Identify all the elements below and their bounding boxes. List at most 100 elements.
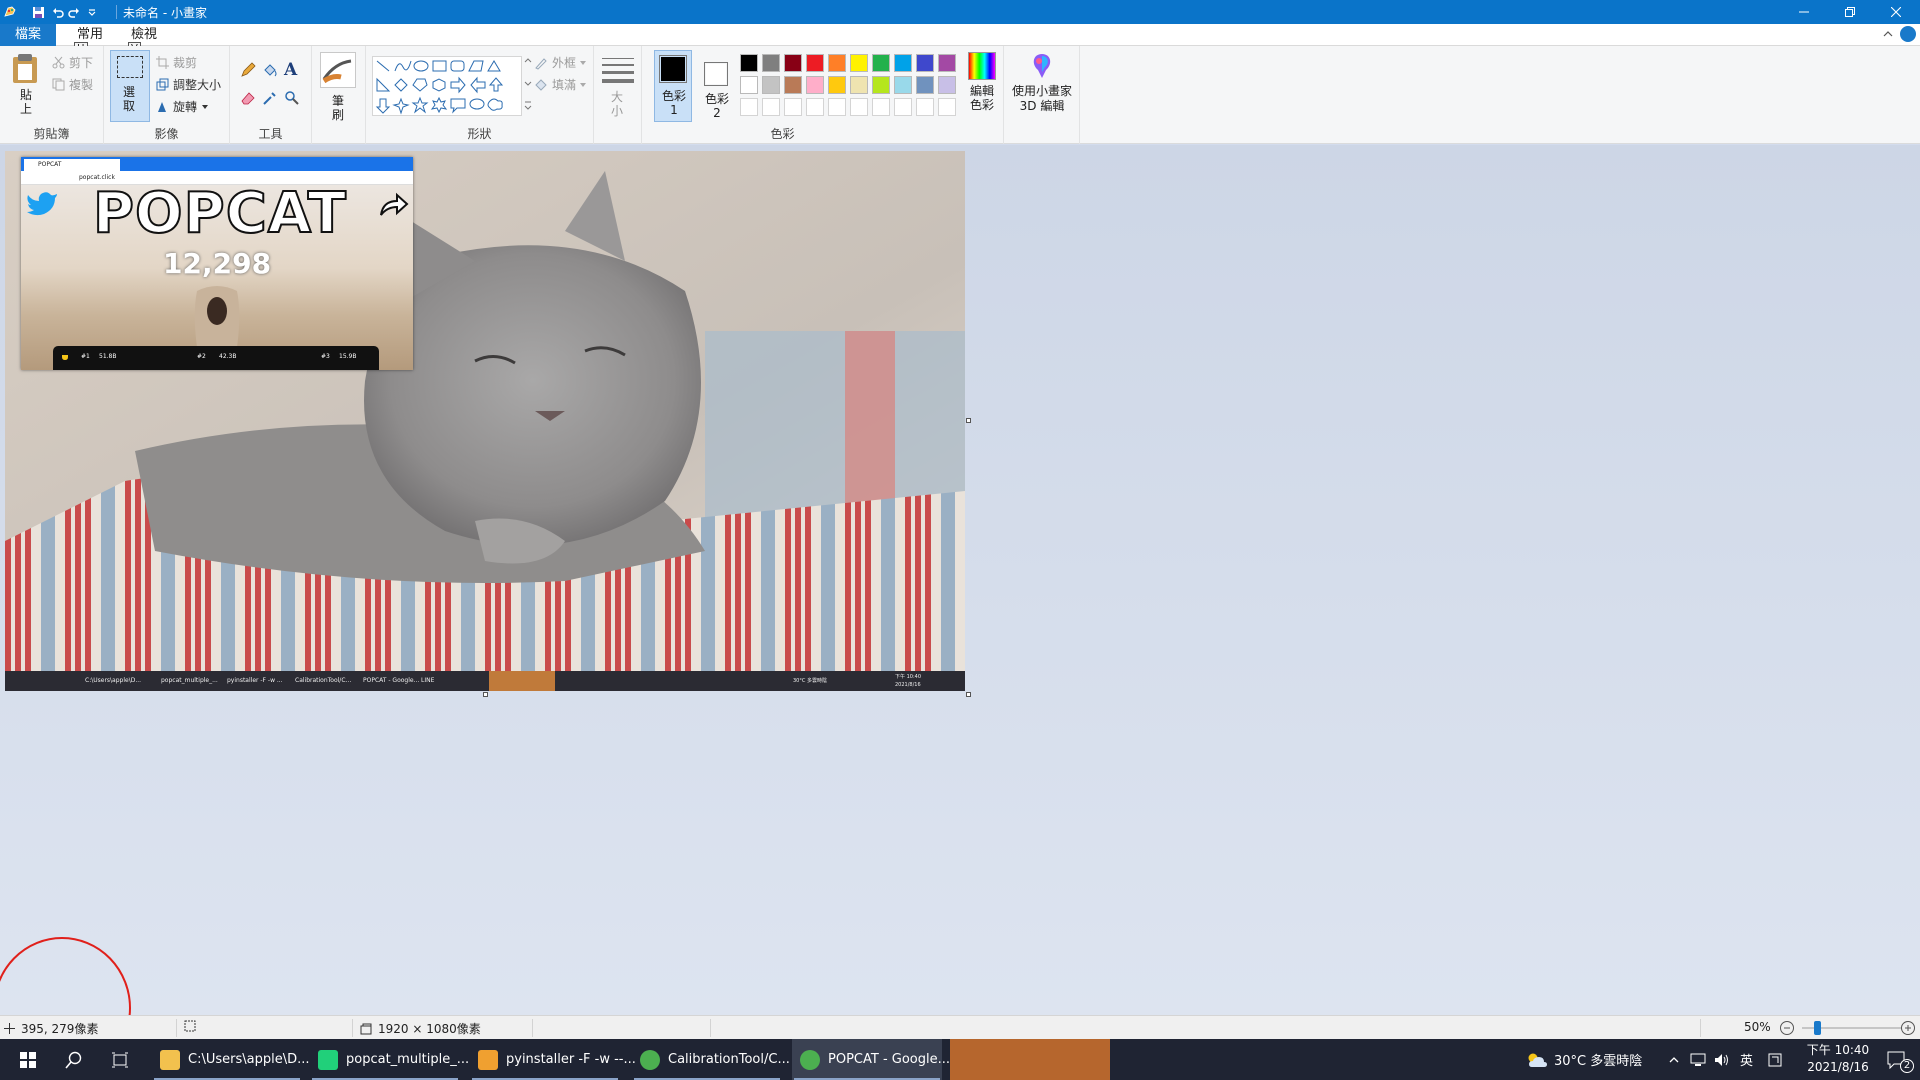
- copy-button[interactable]: 複製: [52, 76, 93, 93]
- clock-time: 下午 10:40: [1806, 1043, 1870, 1057]
- custom-color-slot[interactable]: [916, 98, 934, 116]
- brushes-label: 筆刷: [332, 94, 345, 122]
- palette-color-swatch[interactable]: [784, 54, 802, 72]
- custom-color-slot[interactable]: [806, 98, 824, 116]
- shapes-scroll[interactable]: [524, 56, 532, 116]
- crop-button[interactable]: 裁剪: [156, 54, 197, 71]
- color1-button[interactable]: 色彩 1: [654, 50, 692, 122]
- zoom-slider[interactable]: [1802, 1021, 1902, 1035]
- brushes-group[interactable]: 筆刷: [312, 46, 366, 144]
- outline-label: 外框: [552, 56, 577, 70]
- custom-color-slot[interactable]: [740, 98, 758, 116]
- palette-color-swatch[interactable]: [872, 54, 890, 72]
- resize-button[interactable]: 調整大小: [156, 76, 221, 93]
- edit-colors-button[interactable]: 編輯色彩: [962, 52, 1002, 112]
- taskbar-sublime-app[interactable]: pyinstaller -F -w --...: [470, 1039, 636, 1080]
- palette-color-swatch[interactable]: [894, 54, 912, 72]
- color2-button[interactable]: 色彩 2: [698, 50, 736, 122]
- palette-color-swatch[interactable]: [762, 54, 780, 72]
- customize-quick-access-icon[interactable]: [84, 4, 100, 20]
- zoom-slider-thumb[interactable]: [1814, 1021, 1821, 1035]
- ime-mode-icon[interactable]: [1768, 1039, 1782, 1080]
- start-button[interactable]: [10, 1039, 46, 1080]
- palette-color-swatch[interactable]: [850, 76, 868, 94]
- rotate-button[interactable]: 旋轉: [156, 98, 209, 115]
- custom-color-slot[interactable]: [828, 98, 846, 116]
- inner-taskbar-item: LINE: [421, 677, 435, 684]
- search-button[interactable]: [56, 1039, 92, 1080]
- action-center-button[interactable]: 2: [1880, 1039, 1914, 1080]
- taskbar-file-explorer-app[interactable]: C:\Users\apple\D...: [152, 1039, 310, 1080]
- inner-taskbar: C:\Users\apple\D... popcat_multiple_... py…: [5, 671, 965, 691]
- fill-shape-label: 填滿: [552, 78, 577, 92]
- save-icon[interactable]: [30, 4, 46, 20]
- pencil-icon[interactable]: [240, 62, 256, 78]
- undo-icon[interactable]: [50, 4, 66, 20]
- palette-color-swatch[interactable]: [938, 54, 956, 72]
- zoom-out-button[interactable]: [1779, 1020, 1795, 1036]
- canvas-resize-handle-bottom[interactable]: [483, 692, 488, 697]
- taskbar-chrome-app-popcat[interactable]: POPCAT - Google...: [792, 1039, 950, 1080]
- color-picker-icon[interactable]: [262, 90, 278, 106]
- palette-color-swatch[interactable]: [806, 54, 824, 72]
- eraser-icon[interactable]: [240, 90, 256, 106]
- palette-color-swatch[interactable]: [740, 54, 758, 72]
- cut-button[interactable]: 剪下: [52, 54, 93, 71]
- volume-icon[interactable]: [1714, 1039, 1730, 1080]
- paint3d-button[interactable]: 使用小畫家 3D 編輯: [1004, 46, 1080, 144]
- palette-color-swatch[interactable]: [894, 76, 912, 94]
- show-hidden-icons[interactable]: [1668, 1039, 1680, 1080]
- taskbar-chrome-app-calibration[interactable]: CalibrationTool/C...: [632, 1039, 790, 1080]
- tab-file[interactable]: 檔案: [0, 24, 56, 46]
- taskbar-pycharm-app[interactable]: popcat_multiple_...: [310, 1039, 469, 1080]
- palette-color-swatch[interactable]: [916, 54, 934, 72]
- canvas-resize-handle-right[interactable]: [966, 418, 971, 423]
- leader-rank-2: #2: [197, 353, 206, 360]
- outline-button[interactable]: 外框: [534, 54, 587, 71]
- network-icon[interactable]: [1690, 1039, 1706, 1080]
- palette-color-swatch[interactable]: [784, 76, 802, 94]
- custom-color-slot[interactable]: [784, 98, 802, 116]
- drawing-canvas[interactable]: POPCAT popcat.click POPCAT 12,298 #1 51.…: [5, 151, 965, 691]
- fill-icon[interactable]: [262, 62, 278, 78]
- paint-app-icon[interactable]: [2, 4, 18, 20]
- palette-color-swatch[interactable]: [740, 76, 758, 94]
- shapes-gallery[interactable]: [372, 56, 522, 116]
- custom-color-slot[interactable]: [872, 98, 890, 116]
- collapse-ribbon-icon[interactable]: [1882, 28, 1894, 40]
- custom-color-slot[interactable]: [762, 98, 780, 116]
- paste-button[interactable]: 貼上: [10, 52, 42, 120]
- leader-score-2: 42.3B: [219, 353, 237, 360]
- ime-indicator[interactable]: 英: [1740, 1039, 1753, 1080]
- cloudy-sun-icon: [1528, 1053, 1547, 1067]
- zoom-in-button[interactable]: [1900, 1020, 1916, 1036]
- palette-color-swatch[interactable]: [828, 76, 846, 94]
- minimize-button[interactable]: [1781, 0, 1827, 24]
- select-button[interactable]: 選取: [110, 50, 150, 122]
- size-button[interactable]: 大小: [594, 46, 642, 144]
- fill-shape-button[interactable]: 填滿: [534, 76, 587, 93]
- custom-color-slot[interactable]: [850, 98, 868, 116]
- palette-color-swatch[interactable]: [916, 76, 934, 94]
- palette-color-swatch[interactable]: [872, 76, 890, 94]
- clock[interactable]: 下午 10:40 2021/8/16: [1796, 1042, 1880, 1076]
- custom-color-slot[interactable]: [938, 98, 956, 116]
- text-icon[interactable]: A: [284, 60, 297, 80]
- status-divider: [710, 1019, 711, 1037]
- inner-taskbar-date: 2021/8/16: [895, 682, 921, 688]
- task-view-button[interactable]: [102, 1039, 138, 1080]
- palette-color-swatch[interactable]: [850, 54, 868, 72]
- help-icon[interactable]: [1900, 26, 1916, 42]
- task-view-icon: [112, 1052, 128, 1067]
- palette-color-swatch[interactable]: [828, 54, 846, 72]
- canvas-resize-handle-corner[interactable]: [966, 692, 971, 697]
- close-button[interactable]: [1873, 0, 1919, 24]
- palette-color-swatch[interactable]: [762, 76, 780, 94]
- weather-widget[interactable]: 30°C 多雲時陰: [1526, 1039, 1642, 1080]
- palette-color-swatch[interactable]: [806, 76, 824, 94]
- palette-color-swatch[interactable]: [938, 76, 956, 94]
- restore-button[interactable]: [1827, 0, 1873, 24]
- magnifier-icon[interactable]: [284, 90, 300, 106]
- redo-icon[interactable]: [66, 4, 82, 20]
- custom-color-slot[interactable]: [894, 98, 912, 116]
